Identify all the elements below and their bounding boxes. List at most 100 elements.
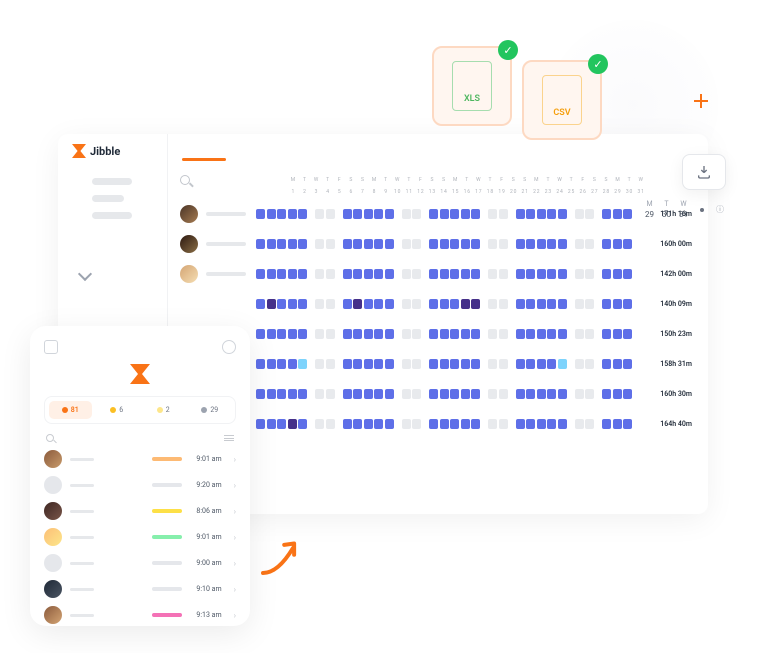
day-cell[interactable] (256, 269, 265, 279)
day-cell[interactable] (374, 269, 383, 279)
day-cell[interactable] (461, 269, 470, 279)
day-cell[interactable] (499, 239, 508, 249)
day-cell[interactable] (488, 419, 497, 429)
mobile-person-row[interactable]: 9:20 am› (44, 476, 236, 494)
day-cell[interactable] (623, 359, 632, 369)
day-cell[interactable] (429, 419, 438, 429)
day-cell[interactable] (440, 299, 449, 309)
day-cell[interactable] (429, 239, 438, 249)
settings-icon[interactable] (700, 208, 704, 212)
day-cell[interactable] (461, 299, 470, 309)
day-cell[interactable] (488, 269, 497, 279)
avatar[interactable] (180, 265, 198, 283)
day-cell[interactable] (471, 269, 480, 279)
day-cell[interactable] (412, 209, 421, 219)
day-cell[interactable] (526, 359, 535, 369)
day-cell[interactable] (402, 329, 411, 339)
day-cell[interactable] (558, 209, 567, 219)
day-cell[interactable] (256, 389, 265, 399)
day-cell[interactable] (516, 419, 525, 429)
timesheet-row[interactable]: 142h 00m (180, 259, 692, 289)
day-cell[interactable] (526, 419, 535, 429)
day-cell[interactable] (461, 389, 470, 399)
day-cell[interactable] (499, 209, 508, 219)
day-cell[interactable] (277, 419, 286, 429)
day-cell[interactable] (440, 269, 449, 279)
chip-late[interactable]: 6 (96, 401, 139, 419)
day-cell[interactable] (623, 329, 632, 339)
day-cell[interactable] (353, 329, 362, 339)
day-cell[interactable] (558, 239, 567, 249)
day-cell[interactable] (343, 359, 352, 369)
day-cell[interactable] (461, 239, 470, 249)
day-cell[interactable] (537, 419, 546, 429)
day-col[interactable]: W 31 (679, 200, 688, 219)
day-cell[interactable] (526, 239, 535, 249)
nav-item[interactable] (92, 195, 124, 202)
day-cell[interactable] (429, 359, 438, 369)
day-cell[interactable] (277, 389, 286, 399)
day-cell[interactable] (526, 389, 535, 399)
day-cell[interactable] (537, 359, 546, 369)
day-cell[interactable] (499, 359, 508, 369)
day-cell[interactable] (298, 389, 307, 399)
day-cell[interactable] (277, 329, 286, 339)
day-cell[interactable] (613, 359, 622, 369)
day-cell[interactable] (499, 269, 508, 279)
day-cell[interactable] (353, 239, 362, 249)
day-cell[interactable] (277, 359, 286, 369)
day-cell[interactable] (450, 299, 459, 309)
day-cell[interactable] (315, 389, 324, 399)
day-cell[interactable] (547, 419, 556, 429)
day-cell[interactable] (558, 269, 567, 279)
day-cell[interactable] (575, 239, 584, 249)
search-icon[interactable] (180, 175, 190, 185)
day-cell[interactable] (374, 299, 383, 309)
day-cell[interactable] (315, 419, 324, 429)
day-cell[interactable] (374, 209, 383, 219)
day-cell[interactable] (288, 239, 297, 249)
day-cell[interactable] (326, 239, 335, 249)
day-cell[interactable] (537, 329, 546, 339)
day-cell[interactable] (440, 389, 449, 399)
day-cell[interactable] (288, 299, 297, 309)
day-cell[interactable] (575, 389, 584, 399)
day-cell[interactable] (602, 209, 611, 219)
day-cell[interactable] (412, 299, 421, 309)
day-cell[interactable] (326, 269, 335, 279)
day-cell[interactable] (385, 239, 394, 249)
download-button[interactable] (682, 154, 726, 190)
day-cell[interactable] (547, 209, 556, 219)
day-cell[interactable] (298, 269, 307, 279)
chip-break[interactable]: 2 (142, 401, 185, 419)
day-cell[interactable] (385, 419, 394, 429)
day-cell[interactable] (585, 419, 594, 429)
day-cell[interactable] (499, 329, 508, 339)
day-cell[interactable] (450, 269, 459, 279)
day-cell[interactable] (256, 359, 265, 369)
mobile-person-row[interactable]: 9:13 am› (44, 606, 236, 624)
day-cell[interactable] (298, 359, 307, 369)
day-cell[interactable] (516, 239, 525, 249)
day-cell[interactable] (613, 299, 622, 309)
day-cell[interactable] (623, 299, 632, 309)
mobile-person-row[interactable]: 9:01 am› (44, 450, 236, 468)
day-cell[interactable] (602, 359, 611, 369)
day-cell[interactable] (450, 239, 459, 249)
day-cell[interactable] (364, 269, 373, 279)
day-cell[interactable] (315, 359, 324, 369)
avatar[interactable] (180, 205, 198, 223)
day-cell[interactable] (343, 209, 352, 219)
day-cell[interactable] (547, 299, 556, 309)
day-cell[interactable] (450, 329, 459, 339)
day-cell[interactable] (547, 239, 556, 249)
day-cell[interactable] (412, 239, 421, 249)
timesheet-row[interactable]: 140h 09m (180, 289, 692, 319)
day-cell[interactable] (374, 329, 383, 339)
day-cell[interactable] (429, 389, 438, 399)
day-cell[interactable] (353, 419, 362, 429)
day-cell[interactable] (353, 389, 362, 399)
day-cell[interactable] (450, 419, 459, 429)
day-cell[interactable] (575, 299, 584, 309)
day-cell[interactable] (267, 299, 276, 309)
